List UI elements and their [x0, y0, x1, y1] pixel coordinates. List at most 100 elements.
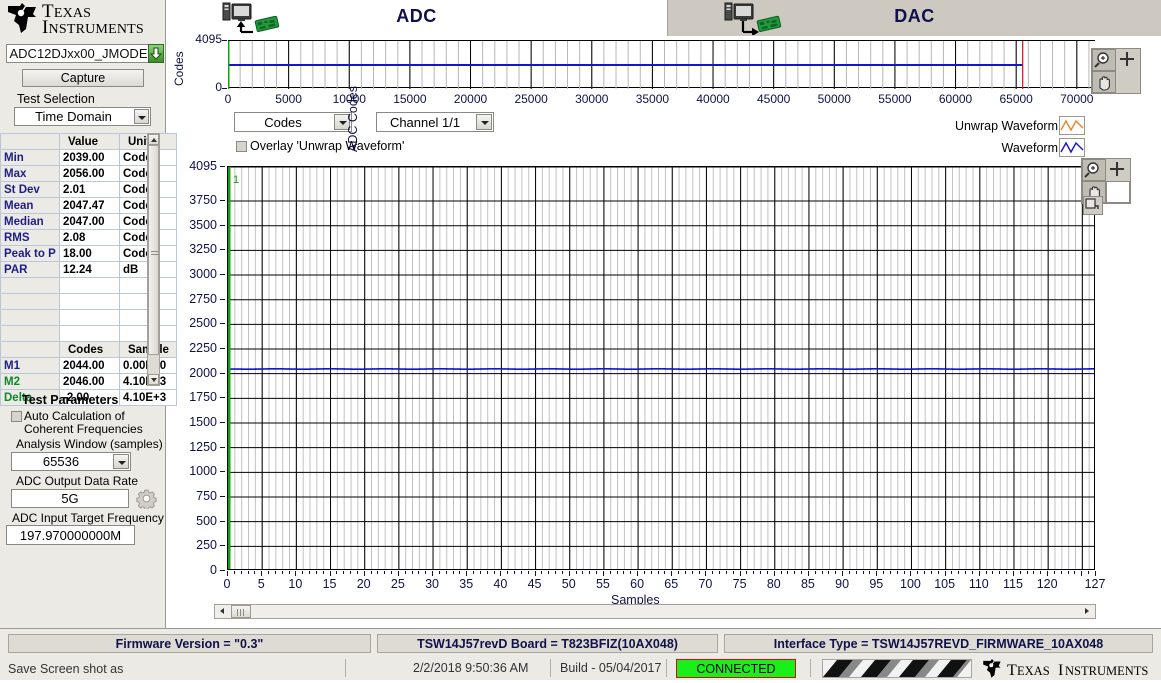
- input-target-frequency-field[interactable]: 197.970000000M: [6, 525, 135, 545]
- overview-plot-area[interactable]: [228, 40, 1095, 89]
- output-data-rate-field[interactable]: 5G: [11, 489, 129, 508]
- scrollbar-grip-icon: [237, 609, 245, 616]
- waveform-chart[interactable]: ADC Codes 0 250 500 750 1000 1250 1500 1750 2000…: [170, 86, 1161, 612]
- waveform-y-tick: 3250: [189, 242, 217, 257]
- scroll-right-arrow-icon[interactable]: [1082, 606, 1093, 617]
- chevron-down-icon[interactable]: [113, 454, 129, 469]
- waveform-y-tick: 4095: [189, 159, 217, 173]
- overview-chart[interactable]: Codes 4095 0 0 5000 10000 15000 20000 25000 300…: [170, 32, 1161, 112]
- status-connection-badge: CONNECTED: [676, 659, 796, 678]
- crosshair-plus-icon[interactable]: [1116, 49, 1140, 71]
- overview-x-tick: 65000: [999, 92, 1033, 106]
- overview-graph-tools[interactable]: [1091, 48, 1141, 94]
- stat-label: Peak to P: [0, 245, 60, 262]
- stat-label: [0, 309, 60, 326]
- waveform-y-tick: 250: [196, 538, 217, 553]
- stat-label: PAR: [0, 261, 60, 278]
- analysis-window-label: Analysis Window (samples): [16, 437, 163, 451]
- chevron-down-icon[interactable]: [476, 114, 492, 130]
- waveform-x-tick: 100: [900, 577, 921, 591]
- overview-x-tick: 15000: [393, 92, 427, 106]
- capture-button[interactable]: Capture: [22, 69, 144, 87]
- brand-line2: INSTRUMENTS: [42, 17, 144, 38]
- scrollbar-thumb[interactable]: [148, 145, 159, 355]
- save-screenshot-label[interactable]: Save Screen shot as: [8, 662, 123, 676]
- zoom-tool-button[interactable]: [1092, 49, 1116, 71]
- overview-x-tick: 55000: [878, 92, 912, 106]
- marker-sample: 4.10E+3: [119, 389, 177, 406]
- units-value: Codes: [264, 115, 302, 130]
- waveform-y-tick: 1250: [189, 439, 217, 454]
- legend-unwrap-waveform-swatch[interactable]: [1059, 116, 1085, 135]
- stat-label: [0, 277, 60, 294]
- overview-x-tick: 5000: [275, 92, 302, 106]
- waveform-x-tick: 120: [1036, 577, 1058, 591]
- waveform-y-tick: 500: [196, 513, 217, 528]
- device-selector[interactable]: ADC12DJxx00_JMODE: [6, 44, 151, 63]
- crosshair-plus-icon[interactable]: [1106, 159, 1130, 181]
- overview-x-tick: 20000: [453, 92, 488, 106]
- status-build: Build - 05/04/2017: [560, 661, 662, 675]
- column-header-codes: Codes: [59, 341, 120, 358]
- stat-value: [59, 309, 120, 326]
- scroll-up-arrow-icon[interactable]: [148, 134, 159, 145]
- zoom-tool-button[interactable]: [1082, 159, 1106, 181]
- legend-unwrap-waveform-label: Unwrap Waveform: [954, 119, 1058, 133]
- stat-value: 2047.47: [59, 197, 120, 214]
- waveform-y-tick: 1000: [189, 464, 217, 479]
- pan-tool-button[interactable]: [1092, 71, 1116, 93]
- test-selection-label: Test Selection: [17, 92, 95, 106]
- scroll-down-arrow-icon[interactable]: [148, 374, 159, 385]
- green-download-icon[interactable]: [148, 44, 164, 63]
- scroll-left-arrow-icon[interactable]: [217, 606, 228, 617]
- waveform-x-tick: 105: [934, 577, 956, 591]
- waveform-x-tick: 60: [630, 577, 645, 591]
- overlay-unwrap-checkbox[interactable]: [236, 141, 247, 152]
- waveform-y-tick: 2500: [189, 316, 217, 331]
- diagonal-stripe-decoration: [822, 659, 972, 678]
- tab-dac[interactable]: DAC: [668, 0, 1161, 37]
- stat-value: 12.24: [59, 261, 120, 278]
- tool-blank-button[interactable]: [1106, 181, 1130, 203]
- ti-logo-footer: T EXAS I NSTRUMENTS: [982, 658, 1157, 680]
- waveform-x-tick: 35: [459, 577, 474, 591]
- waveform-x-tick: 10: [288, 577, 303, 591]
- auto-calculation-label-line2: Coherent Frequencies: [24, 422, 143, 436]
- marker-label: M1: [0, 357, 60, 374]
- main-tabs: ADC DAC: [166, 0, 1161, 37]
- svg-text:T: T: [1007, 662, 1017, 679]
- overview-x-tick: 70000: [1060, 92, 1094, 106]
- test-selection-dropdown[interactable]: Time Domain: [14, 107, 151, 126]
- waveform-plot-area[interactable]: 1: [227, 166, 1095, 570]
- marker-codes: 2046.00: [59, 373, 120, 390]
- overview-x-tick: 0: [224, 92, 232, 106]
- waveform-x-tick: 20: [356, 577, 371, 591]
- stat-value: 2.01: [59, 181, 120, 198]
- column-header-value: Value: [59, 133, 120, 150]
- statistics-scrollbar[interactable]: [147, 133, 160, 386]
- fit-to-window-button[interactable]: [1083, 196, 1103, 215]
- waveform-y-tick: 1500: [189, 415, 217, 429]
- waveform-x-tick: 40: [493, 577, 508, 591]
- waveform-horizontal-scrollbar[interactable]: [214, 604, 1096, 619]
- gear-icon[interactable]: [136, 488, 157, 511]
- stat-value: [59, 277, 120, 294]
- stat-value: 18.00: [59, 245, 120, 262]
- analysis-window-dropdown[interactable]: 65536: [11, 452, 131, 471]
- waveform-x-tick: 80: [766, 577, 781, 591]
- waveform-x-tick: 30: [425, 577, 439, 591]
- stat-label: RMS: [0, 229, 60, 246]
- svg-text:1: 1: [233, 174, 239, 186]
- tab-adc[interactable]: ADC: [166, 0, 668, 36]
- overview-y-tick: 4095: [195, 32, 222, 46]
- auto-calculation-checkbox[interactable]: [11, 411, 22, 422]
- tsw14j57-gui-window: TEXAS INSTRUMENTS ADC12DJxx00_JMODE Capt…: [0, 0, 1161, 680]
- channel-dropdown[interactable]: Channel 1/1: [376, 112, 494, 132]
- waveform-x-tick: 70: [698, 577, 713, 591]
- scrollbar-thumb[interactable]: [231, 605, 251, 618]
- overlay-unwrap-label: Overlay 'Unwrap Waveform': [250, 139, 405, 153]
- output-data-rate-label: ADC Output Data Rate: [16, 474, 139, 488]
- waveform-y-tick: 3000: [189, 267, 217, 282]
- units-dropdown[interactable]: Codes: [234, 112, 352, 132]
- chevron-down-icon[interactable]: [134, 109, 149, 124]
